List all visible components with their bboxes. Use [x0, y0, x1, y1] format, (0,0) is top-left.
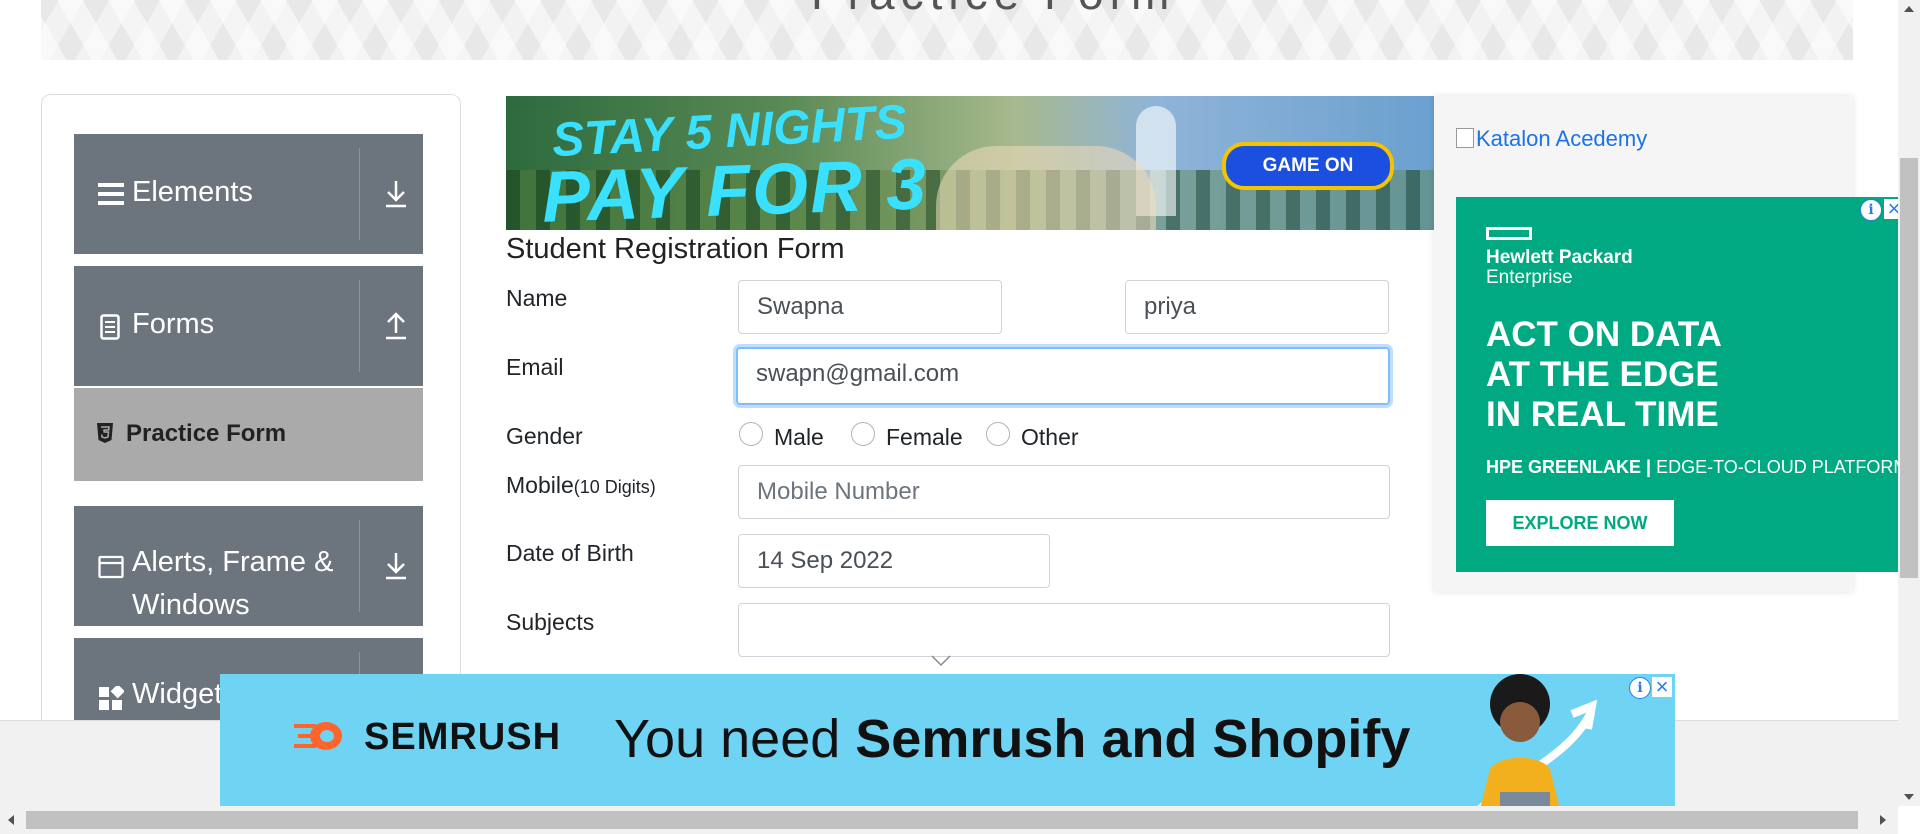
vertical-scrollbar-thumb[interactable] — [1900, 158, 1918, 578]
semrush-ad[interactable]: SEMRUSH You need Semrush and Shopify — [220, 674, 1675, 809]
gender-female-label[interactable]: Female — [886, 424, 963, 451]
mobile-number-input[interactable]: Mobile Number — [738, 465, 1390, 519]
download-arrow-icon — [386, 553, 406, 580]
semrush-message-plain: You need — [614, 709, 856, 769]
date-of-birth-input[interactable]: 14 Sep 2022 — [738, 534, 1050, 588]
page-header-banner: Practice Form — [41, 0, 1853, 60]
sidebar-group-elements[interactable]: Elements — [74, 134, 423, 254]
sidebar-group-alerts-frame-windows[interactable]: Alerts, Frame & Windows — [74, 506, 423, 626]
gender-other-label[interactable]: Other — [1021, 424, 1079, 451]
hpe-headline: ACT ON DATA AT THE EDGE IN REAL TIME — [1486, 315, 1886, 435]
mobile-label-text: Mobile — [506, 472, 574, 498]
form-title: Student Registration Form — [506, 233, 845, 265]
sidebar-item-practice-form[interactable]: Practice Form — [74, 388, 423, 481]
hpe-subline-text: EDGE-TO-CLOUD PLATFORM — [1651, 457, 1900, 477]
gender-male-radio[interactable] — [739, 422, 763, 446]
hpe-headline-line: ACT ON DATA — [1486, 315, 1722, 354]
explore-now-button[interactable]: EXPLORE NOW — [1486, 500, 1674, 546]
chevron-down-icon — [931, 655, 951, 667]
hpe-subline-bold: HPE GREENLAKE | — [1486, 457, 1652, 477]
upload-arrow-icon — [386, 312, 406, 340]
horizontal-scrollbar-thumb[interactable] — [26, 811, 1858, 829]
ad-headline-line2: PAY FOR 3 — [540, 144, 930, 230]
semrush-logo-icon — [294, 722, 342, 750]
gender-female-radio[interactable] — [851, 422, 875, 446]
subjects-label: Subjects — [506, 609, 595, 635]
window-icon — [98, 555, 124, 579]
html5-icon — [97, 423, 113, 443]
last-name-input[interactable]: priya — [1125, 280, 1389, 334]
divider — [359, 148, 360, 240]
page-heading: Practice Form — [811, 0, 1175, 20]
sidebar-group-label: Forms — [132, 308, 215, 340]
family-image — [936, 146, 1156, 230]
widgets-icon — [99, 686, 124, 710]
scroll-up-arrow-icon[interactable] — [1904, 6, 1914, 12]
semrush-brand: SEMRUSH — [364, 716, 562, 758]
hamburger-icon — [98, 183, 124, 205]
hpe-brand-line2: Enterprise — [1486, 267, 1573, 288]
name-label: Name — [506, 285, 568, 311]
hpe-logo-icon — [1486, 227, 1532, 240]
hpe-headline-line: IN REAL TIME — [1486, 395, 1719, 434]
katalon-ad-alt-text[interactable]: Katalon Acedemy — [1476, 126, 1647, 151]
ad-close-icon[interactable]: × — [1652, 676, 1672, 698]
hpe-headline-line: AT THE EDGE — [1486, 355, 1719, 394]
divider — [359, 280, 360, 372]
sidebar-item-label: Practice Form — [126, 420, 287, 447]
gender-label: Gender — [506, 423, 583, 449]
broken-image-icon — [1456, 128, 1474, 148]
email-input[interactable]: swapn@gmail.com — [736, 347, 1390, 405]
sidebar-group-label: Alerts, Frame & — [132, 546, 334, 578]
mobile-label: Mobile(10 Digits) — [506, 472, 656, 499]
sidebar-group-label: Elements — [132, 176, 253, 208]
hpe-ad[interactable]: Hewlett Packard Enterprise ACT ON DATA A… — [1456, 197, 1900, 572]
gender-other-radio[interactable] — [986, 422, 1010, 446]
scroll-left-arrow-icon[interactable] — [8, 815, 14, 825]
gender-male-label[interactable]: Male — [774, 424, 824, 451]
ad-info-icon[interactable]: i — [1860, 199, 1882, 221]
email-label: Email — [506, 354, 564, 380]
date-of-birth-label: Date of Birth — [506, 540, 634, 566]
ad-info-icon[interactable]: i — [1629, 677, 1651, 699]
first-name-input[interactable]: Swapna — [738, 280, 1002, 334]
ad-cta-button[interactable]: GAME ON — [1222, 142, 1394, 190]
semrush-message-bold: Semrush and Shopify — [855, 709, 1411, 769]
scroll-right-arrow-icon[interactable] — [1880, 815, 1886, 825]
download-arrow-icon — [386, 181, 406, 208]
semrush-message: You need Semrush and Shopify — [614, 708, 1410, 770]
mobile-label-hint: (10 Digits) — [573, 477, 656, 497]
sidebar-group-forms[interactable]: Forms — [74, 266, 423, 386]
hpe-subline: HPE GREENLAKE | EDGE-TO-CLOUD PLATFORM — [1486, 457, 1900, 478]
subjects-input[interactable] — [738, 603, 1390, 657]
document-icon — [100, 314, 120, 340]
hpe-brand-line1: Hewlett Packard — [1486, 247, 1633, 268]
katalon-ad-link[interactable]: Katalon Acedemy — [1456, 126, 1647, 152]
sidebar-group-label-line2: Windows — [132, 589, 250, 621]
divider — [359, 520, 360, 612]
top-ad-banner[interactable]: STAY 5 NIGHTS PAY FOR 3 GAME ON — [506, 96, 1434, 230]
scroll-down-arrow-icon[interactable] — [1904, 794, 1914, 800]
person-illustration — [1477, 674, 1598, 809]
